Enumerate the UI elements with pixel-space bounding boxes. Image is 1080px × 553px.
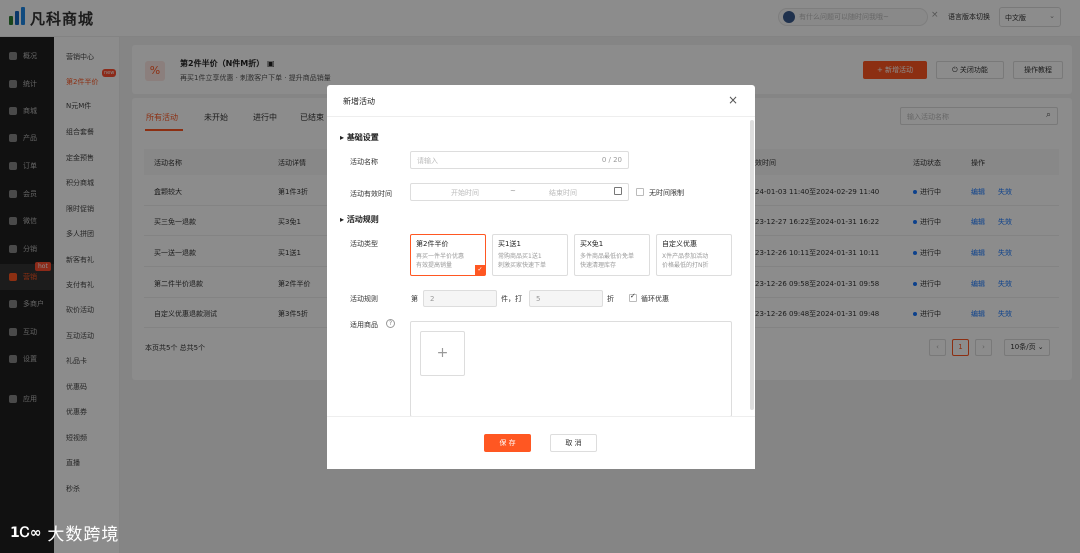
type-desc: 常购商品买1送1 xyxy=(498,253,542,260)
period-label: 活动有效时间 xyxy=(350,190,392,198)
rule-label: 活动规则 xyxy=(350,295,378,303)
activity-name-input[interactable]: 请输入 0 / 20 xyxy=(410,151,629,169)
modal-title: 新增活动 xyxy=(343,97,375,106)
watermark-logo: 1Ꮯ∞ xyxy=(10,524,42,541)
type-label: 活动类型 xyxy=(350,240,378,248)
rule-discount-input[interactable]: 5 xyxy=(529,290,603,307)
cancel-button[interactable]: 取 消 xyxy=(550,434,597,452)
help-icon[interactable]: ? xyxy=(386,319,395,328)
no-time-limit-checkbox[interactable] xyxy=(636,188,644,196)
type-desc: 价格最低的打N折 xyxy=(662,262,709,269)
rule-quantity-input[interactable]: 2 xyxy=(423,290,497,307)
add-goods-button[interactable]: + xyxy=(420,331,465,376)
range-separator: ~ xyxy=(510,187,516,195)
start-time-placeholder: 开始时间 xyxy=(451,189,479,197)
name-placeholder: 请输入 xyxy=(417,157,438,165)
selected-check-icon: ✓ xyxy=(475,265,485,275)
type-title: 第2件半价 xyxy=(416,240,449,248)
type-desc: 多件商品最低价免单 xyxy=(580,253,635,260)
name-char-count: 0 / 20 xyxy=(601,156,622,164)
end-time-placeholder: 结束时间 xyxy=(549,189,577,197)
rule-mid-text: 件，打 xyxy=(501,295,522,303)
type-card-buy1-get1[interactable]: 买1送1 常购商品买1送1 刺激买家快速下单 xyxy=(492,234,568,276)
calendar-icon[interactable] xyxy=(614,187,622,195)
rule-suffix: 折 xyxy=(607,295,614,303)
watermark: 1Ꮯ∞ 大数跨境 xyxy=(10,520,120,546)
loop-discount-checkbox[interactable] xyxy=(629,292,637,302)
section-basic-settings: ▸ 基础设置 xyxy=(340,133,379,142)
watermark-text: 大数跨境 xyxy=(47,525,120,545)
type-title: 买1送1 xyxy=(498,240,521,248)
type-card-custom[interactable]: 自定义优惠 X件产品参加活动 价格最低的打N折 xyxy=(656,234,732,276)
type-desc: 快速清理库存 xyxy=(580,262,617,269)
no-time-limit-label: 无时间限制 xyxy=(649,189,684,197)
close-icon[interactable]: × xyxy=(728,93,738,107)
section-activity-rules: ▸ 活动规则 xyxy=(340,215,379,224)
date-range-picker[interactable]: 开始时间 ~ 结束时间 xyxy=(410,183,629,201)
type-title: 自定义优惠 xyxy=(662,240,697,248)
save-button[interactable]: 保 存 xyxy=(484,434,531,452)
name-label: 活动名称 xyxy=(350,158,378,166)
loop-discount-label: 循环优惠 xyxy=(641,295,669,303)
modal-footer xyxy=(327,416,755,469)
modal-scrollbar[interactable] xyxy=(750,120,754,410)
type-title: 买X免1 xyxy=(580,240,604,248)
type-desc: 有效提高销量 xyxy=(416,262,453,269)
rule-prefix: 第 xyxy=(411,295,418,303)
type-desc: 刺激买家快速下单 xyxy=(498,262,547,269)
type-card-second-half-price[interactable]: 第2件半价 再买一件半价优惠 有效提高销量 ✓ xyxy=(410,234,486,276)
goods-label: 适用商品 xyxy=(350,321,378,329)
type-desc: X件产品参加活动 xyxy=(662,253,709,260)
type-desc: 再买一件半价优惠 xyxy=(416,253,465,260)
modal-divider xyxy=(327,116,755,117)
type-card-buyx-free1[interactable]: 买X免1 多件商品最低价免单 快速清理库存 xyxy=(574,234,650,276)
